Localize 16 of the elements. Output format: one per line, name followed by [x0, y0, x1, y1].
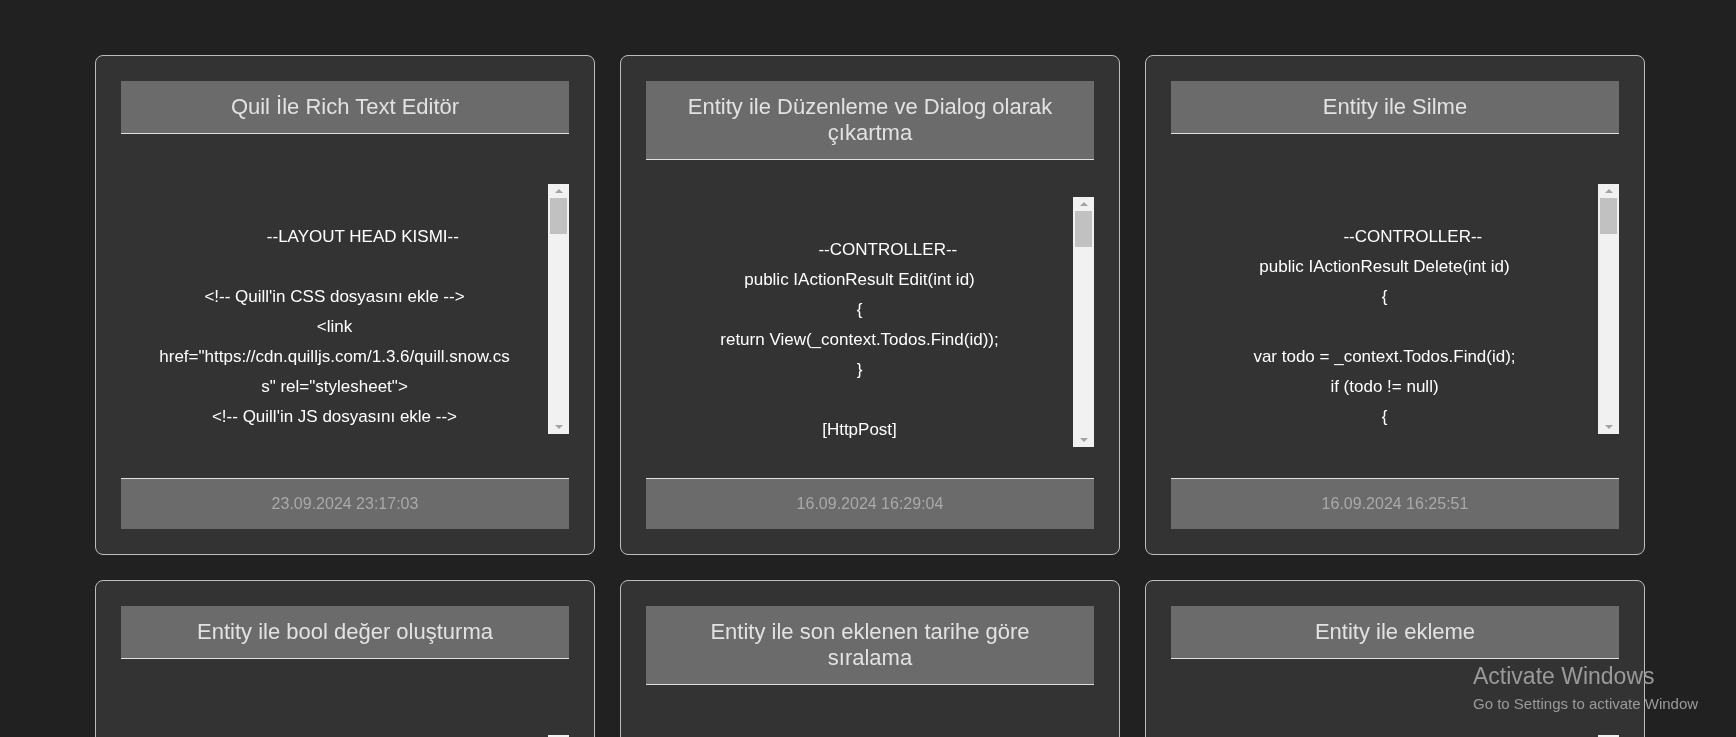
card-date: 16.09.2024 16:29:04	[646, 478, 1094, 529]
card-title: Entity ile Düzenleme ve Dialog olarak çıkartma	[646, 81, 1094, 160]
card-title: Entity ile bool değer oluşturma	[121, 606, 569, 659]
card-title: Entity ile ekleme	[1171, 606, 1619, 659]
card-title: Entity ile son eklenen tarihe göre sıralama	[646, 606, 1094, 685]
scrollbar[interactable]	[1073, 197, 1094, 447]
code-snippet: --CONTROLLER-- public IActionResult Edit(int id) { return View(_context.Todos.Find(id)); } [HttpPost]	[719, 239, 1000, 441]
card-title: Entity ile Silme	[1171, 81, 1619, 134]
code-snippet: --CONTROLLER-- public IActionResult Delete(int id) { var todo = _context.Todos.Find(id); if (todo != null) {	[1252, 226, 1517, 428]
scrollbar[interactable]	[548, 184, 569, 434]
card-title: Quil İle Rich Text Editör	[121, 81, 569, 134]
card-date: 16.09.2024 16:25:51	[1171, 478, 1619, 529]
code-snippet: --LAYOUT HEAD KISMI-- <!-- Quill'in CSS dosyasını ekle --> <link href="https://cdn.quilljs.com/1.3.6/quill.snow.css" rel="stylesheet"> <!-- Quill'in JS dosyasını ekle -->	[158, 226, 511, 428]
scrollbar[interactable]	[1598, 184, 1619, 434]
card-date: 23.09.2024 23:17:03	[121, 478, 569, 529]
activation-notice-text: Go to Settings to activate Window	[1473, 695, 1699, 712]
